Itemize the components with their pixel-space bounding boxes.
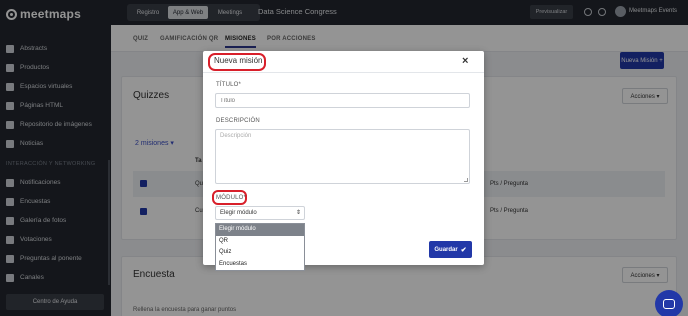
descripcion-textarea[interactable]: Descripción [215, 129, 470, 184]
save-button-label: Guardar [434, 246, 458, 253]
descripcion-placeholder: Descripción [220, 133, 252, 139]
titulo-input[interactable] [215, 93, 470, 108]
chat-support-button[interactable] [655, 290, 683, 316]
titulo-label: TÍTULO* [216, 82, 242, 88]
save-button[interactable]: Guardar ✔ [429, 241, 472, 258]
dropdown-option[interactable]: QR [216, 236, 304, 248]
dropdown-option[interactable]: Elegir módulo [216, 224, 304, 236]
modulo-dropdown: Elegir módulo QR Quiz Encuestas [215, 223, 305, 271]
dropdown-option[interactable]: Quiz [216, 247, 304, 259]
modulo-select[interactable]: Elegir módulo ⇕ [215, 206, 305, 220]
modal-header: Nueva misión × [203, 51, 484, 73]
chat-icon [663, 299, 675, 309]
check-icon: ✔ [460, 246, 467, 254]
resize-handle-icon[interactable] [464, 178, 468, 182]
close-icon[interactable]: × [462, 55, 468, 67]
modal-title: Nueva misión [214, 56, 263, 65]
select-arrows-icon: ⇕ [295, 210, 301, 216]
new-mission-modal: Nueva misión × TÍTULO* DESCRIPCIÓN Descr… [203, 51, 484, 271]
dropdown-option[interactable]: Encuestas [216, 259, 304, 271]
descripcion-label: DESCRIPCIÓN [216, 118, 260, 124]
modulo-selected-value: Elegir módulo [220, 210, 257, 216]
modulo-label: MÓDULO* [216, 195, 247, 201]
